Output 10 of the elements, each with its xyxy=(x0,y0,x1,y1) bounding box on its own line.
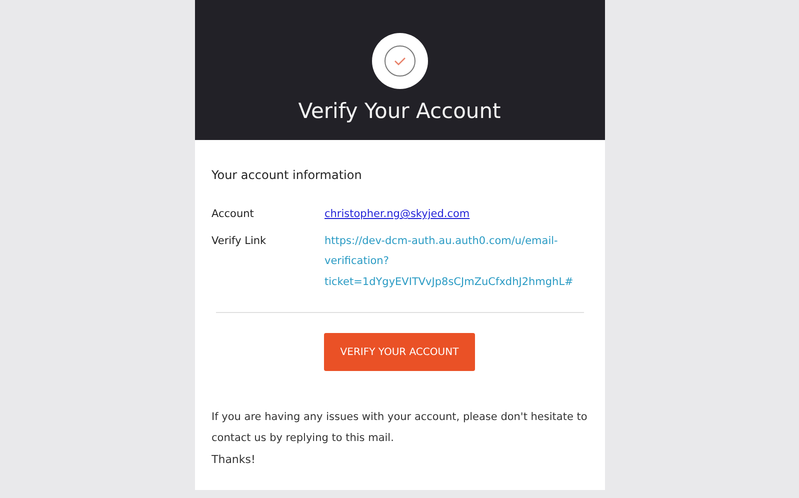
field-label: Verify Link xyxy=(212,234,268,248)
verify-link[interactable]: https://dev-dcm-auth.au.auth0.com/u/email-verification?ticket=1dYgyEVITVvJp8sCJmZuCfxdhJ2hmghL# xyxy=(324,230,586,292)
verify-button[interactable]: VERIFY YOUR ACCOUNT xyxy=(324,333,475,371)
email-link[interactable]: christopher.ng@skyjed.com xyxy=(324,204,586,224)
field-label: Account xyxy=(212,207,255,222)
page-title: Verify Your Account xyxy=(298,99,501,123)
checkmark-icon xyxy=(372,33,428,89)
section-title: Your account information xyxy=(212,168,363,182)
sign-off: Thanks! xyxy=(212,452,256,468)
help-message: If you are having any issues with your account, please don't hesitate to contact us by replying to this mail. xyxy=(212,410,588,446)
